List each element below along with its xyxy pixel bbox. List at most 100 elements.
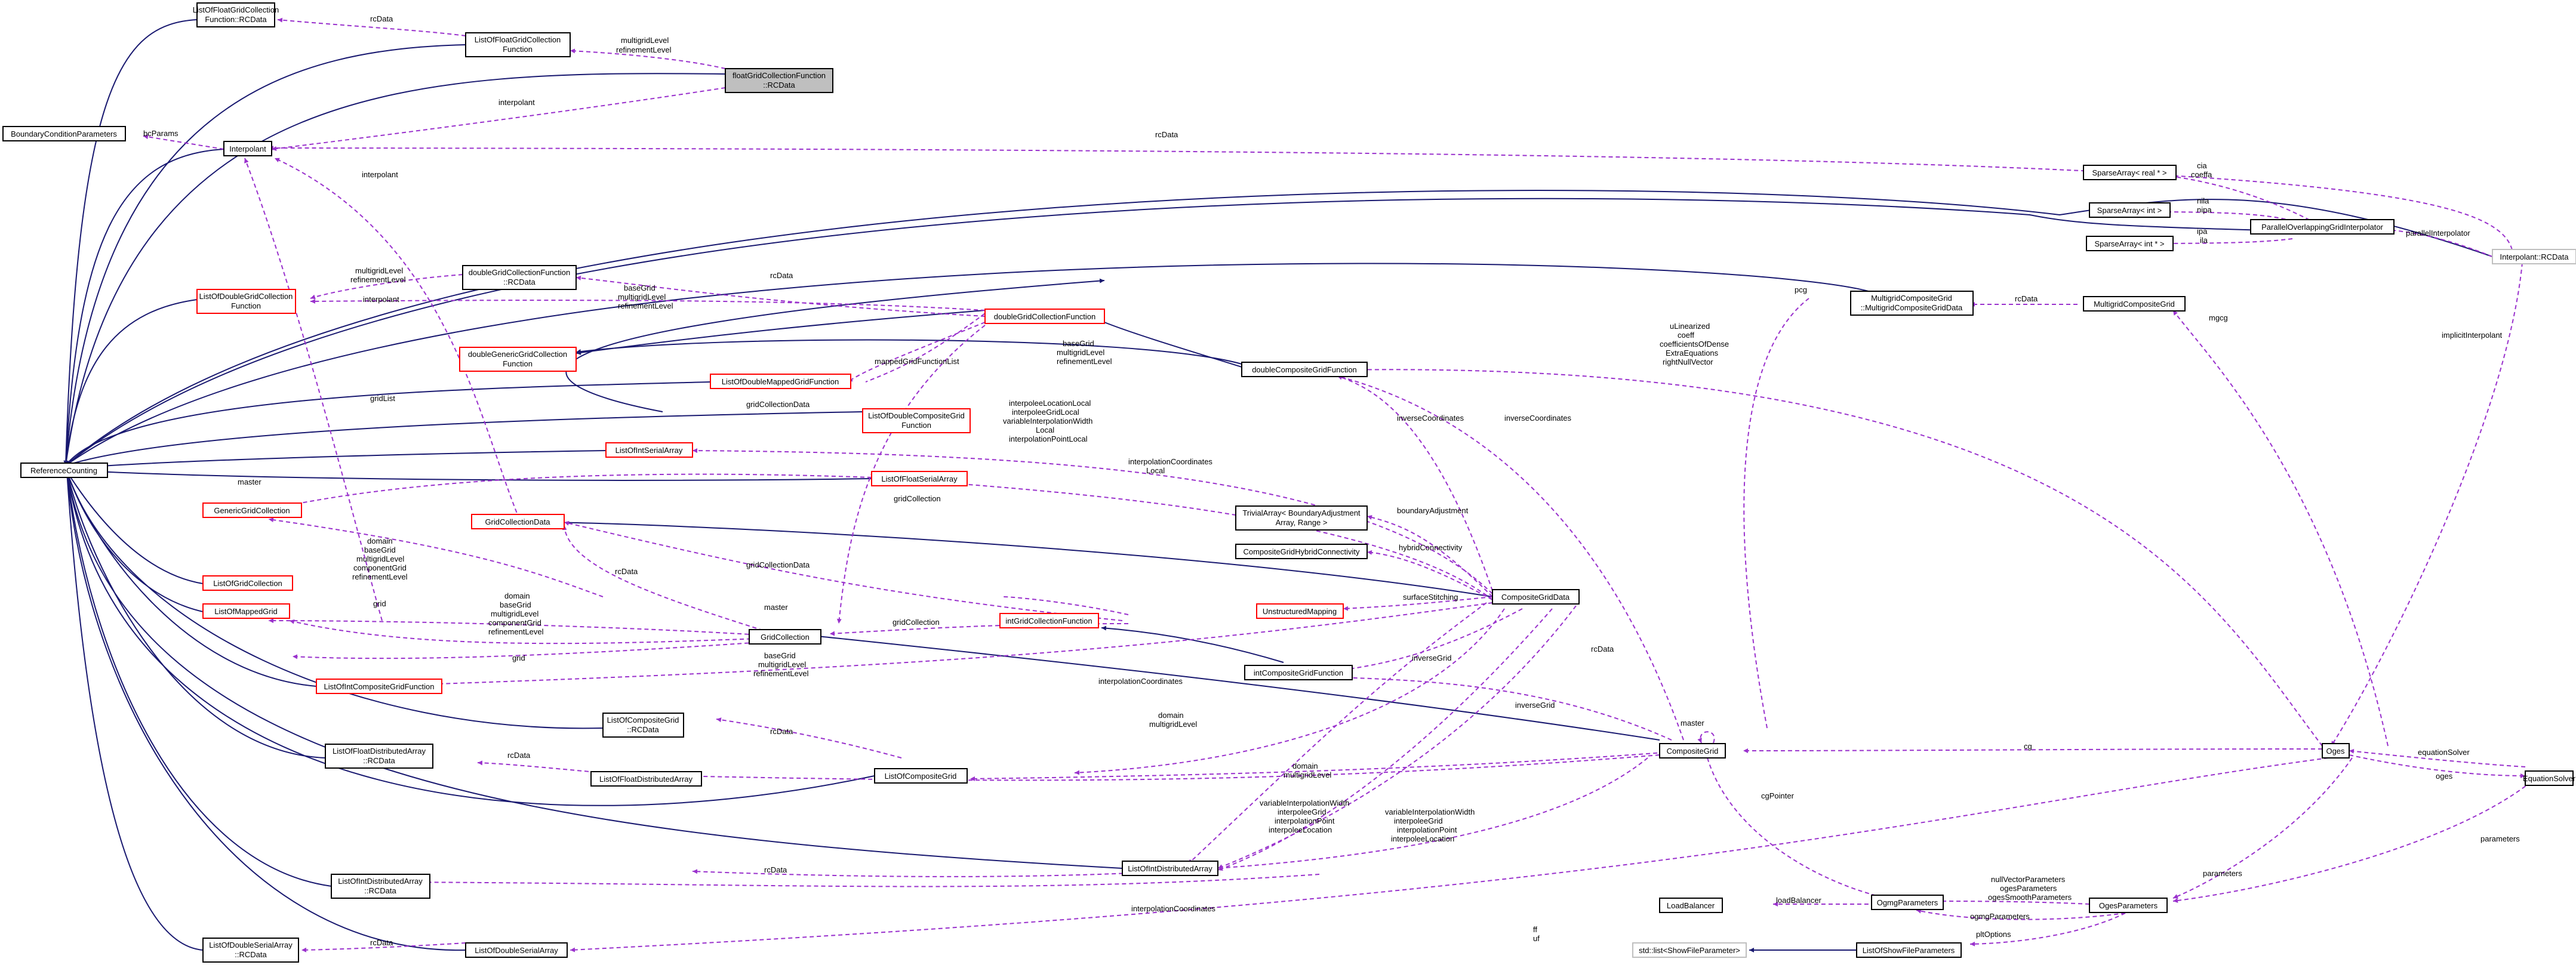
edge-label: inverseCoordinates bbox=[1397, 414, 1464, 423]
svg-text:ListOfFloatDistributedArray: ListOfFloatDistributedArray bbox=[599, 775, 693, 784]
edge-label: pltOptions bbox=[1976, 930, 2011, 939]
node-listofgridcollection[interactable]: ListOfGridCollection bbox=[202, 575, 293, 591]
svg-text:ListOfIntDistributedArray: ListOfIntDistributedArray bbox=[338, 877, 423, 886]
edge-label: interpolationPoint bbox=[1275, 816, 1335, 825]
node-interpolant[interactable]: Interpolant bbox=[223, 141, 272, 156]
edge-label: nila bbox=[2197, 196, 2209, 205]
node-listofintdistributedarray-rcdata[interactable]: ListOfIntDistributedArray::RCData bbox=[331, 874, 430, 899]
edge-label: interpolationPoint bbox=[1397, 825, 1457, 834]
edge-use bbox=[865, 313, 986, 383]
edge-label: cia bbox=[2197, 161, 2207, 170]
edge-label: gridCollectionData bbox=[746, 560, 810, 569]
node-gridcollectiondata[interactable]: GridCollectionData bbox=[471, 514, 565, 529]
edge-label: multigridLevel bbox=[758, 660, 806, 669]
node-trivialarray-boundaryadjustmentarray[interactable]: TrivialArray< BoundaryAdjustmentArray, R… bbox=[1235, 505, 1368, 531]
node-listoffloatdistributedarray-rcdata[interactable]: ListOfFloatDistributedArray::RCData bbox=[325, 744, 433, 769]
svg-text:OgmgParameters: OgmgParameters bbox=[1877, 898, 1938, 907]
node-sparsearray-int[interactable]: SparseArray< int > bbox=[2089, 202, 2171, 218]
node-listofdoublecompositegridfunction[interactable]: ListOfDoubleCompositeGridFunction bbox=[862, 408, 971, 433]
node-listofcompositegrid[interactable]: ListOfCompositeGrid bbox=[874, 768, 968, 784]
node-listofmappedgrid[interactable]: ListOfMappedGrid bbox=[202, 603, 290, 619]
node-listoffloatserialarray[interactable]: ListOfFloatSerialArray bbox=[871, 471, 968, 486]
node-compositegriddata[interactable]: CompositeGridData bbox=[1492, 589, 1580, 605]
usage-edges bbox=[143, 17, 2532, 952]
node-listoffloatgridcollectionfunction[interactable]: ListOfFloatGridCollectionFunction bbox=[465, 32, 571, 57]
edge-label: nipa bbox=[2197, 205, 2212, 214]
svg-text:ListOfFloatGridCollection: ListOfFloatGridCollection bbox=[193, 5, 279, 14]
edge-label: multigridLevel bbox=[1057, 348, 1104, 357]
edge-inh bbox=[63, 299, 198, 466]
node-referencecounting[interactable]: ReferenceCounting bbox=[20, 463, 108, 478]
edge-label: interpolant bbox=[363, 295, 399, 304]
edge-label: parameters bbox=[2480, 834, 2520, 843]
svg-text:EquationSolver: EquationSolver bbox=[2523, 774, 2576, 783]
edge-label: rcData bbox=[770, 727, 793, 736]
node-listofcompositegrid-rcdata[interactable]: ListOfCompositeGrid::RCData bbox=[602, 713, 684, 738]
node-boundaryconditionparameters[interactable]: BoundaryConditionParameters bbox=[2, 126, 126, 141]
edge-label: interpolationPointLocal bbox=[1009, 434, 1088, 443]
edge-use bbox=[1337, 375, 1684, 741]
edge-label: rcData bbox=[615, 567, 638, 576]
edge-label: Local bbox=[1146, 466, 1165, 475]
node-compositegridhybridconnectivity[interactable]: CompositeGridHybridConnectivity bbox=[1235, 544, 1368, 559]
edge-inh bbox=[63, 19, 198, 466]
edge-inh bbox=[65, 471, 1123, 869]
edge-label: gridCollectionData bbox=[746, 400, 810, 409]
node-doublegenericgridcollectionfunction[interactable]: doubleGenericGridCollectionFunction bbox=[459, 347, 577, 372]
edge-use bbox=[564, 520, 1123, 621]
svg-text:::RCData: ::RCData bbox=[235, 950, 267, 959]
svg-text:GridCollection: GridCollection bbox=[761, 633, 810, 642]
edge-label: gridCollection bbox=[892, 618, 940, 627]
node-listoffloatdistributedarray[interactable]: ListOfFloatDistributedArray bbox=[590, 771, 702, 787]
edge-inh bbox=[63, 44, 466, 466]
svg-text:floatGridCollectionFunction: floatGridCollectionFunction bbox=[733, 71, 826, 80]
node-paralleloverlappinggridinterpolator[interactable]: ParallelOverlappingGridInterpolator bbox=[2250, 219, 2395, 235]
node-gridcollection[interactable]: GridCollection bbox=[749, 629, 821, 645]
node-listofshowfileparameters[interactable]: ListOfShowFileParameters bbox=[1856, 942, 1962, 958]
node-ogmgparameters[interactable]: OgmgParameters bbox=[1871, 895, 1944, 910]
node-intgridcollectionfunction[interactable]: intGridCollectionFunction bbox=[999, 613, 1099, 628]
node-multigridcompositegrid[interactable]: MultigridCompositeGrid bbox=[2083, 296, 2186, 312]
node-equationsolver[interactable]: EquationSolver bbox=[2523, 770, 2576, 786]
svg-text:doubleCompositeGridFunction: doubleCompositeGridFunction bbox=[1252, 365, 1357, 374]
node-listofintserialarray[interactable]: ListOfIntSerialArray bbox=[605, 442, 693, 458]
node-listofdoubleserialarray-rcdata[interactable]: ListOfDoubleSerialArray::RCData bbox=[202, 938, 299, 963]
edge-inh bbox=[66, 467, 872, 481]
node-sparsearray-int-ptr[interactable]: SparseArray< int * > bbox=[2086, 236, 2174, 251]
edge-label: baseGrid bbox=[624, 283, 655, 292]
node-ogesparameters[interactable]: OgesParameters bbox=[2089, 898, 2168, 913]
edge-use bbox=[1002, 596, 1129, 615]
edge-label: variableInterpolationWidth bbox=[1003, 417, 1092, 426]
edge-label: parallelInterpolator bbox=[2406, 229, 2470, 238]
edge-label: multigridLevel bbox=[1149, 720, 1197, 729]
edge-label: mappedGridFunctionList bbox=[875, 357, 959, 366]
node-floatgridcollectionfunction-rcdata[interactable]: floatGridCollectionFunction::RCData bbox=[725, 68, 833, 93]
node-listofdoublegridcollectionfunction[interactable]: ListOfDoubleGridCollectionFunction bbox=[196, 289, 296, 314]
node-listoffloatgridcollectionfunction-rcdata[interactable]: ListOfFloatGridCollectionFunction::RCDat… bbox=[193, 2, 279, 27]
node-loadbalancer[interactable]: LoadBalancer bbox=[1659, 898, 1723, 913]
node-intcompositegridfunction[interactable]: intCompositeGridFunction bbox=[1244, 665, 1353, 680]
node-compositegrid[interactable]: CompositeGrid bbox=[1659, 743, 1726, 759]
node-unstructuredmapping[interactable]: UnstructuredMapping bbox=[1256, 603, 1344, 619]
edge-label: refinementLevel bbox=[1057, 357, 1112, 366]
node-listofdoublemappedgridfunction[interactable]: ListOfDoubleMappedGridFunction bbox=[710, 374, 851, 389]
node-sparsearray-real-ptr[interactable]: SparseArray< real * > bbox=[2083, 165, 2177, 180]
node-std-list-showfileparameter[interactable]: std::list<ShowFileParameter> bbox=[1632, 942, 1747, 958]
node-doublegridcollectionfunction-rcdata[interactable]: doubleGridCollectionFunction::RCData bbox=[462, 265, 577, 290]
node-oges[interactable]: Oges bbox=[2322, 743, 2350, 759]
node-interpolant-rcdata[interactable]: Interpolant::RCData bbox=[2492, 249, 2576, 264]
node-doublecompositegridfunction[interactable]: doubleCompositeGridFunction bbox=[1241, 362, 1368, 377]
node-listofintdistributedarray[interactable]: ListOfIntDistributedArray bbox=[1122, 861, 1218, 876]
svg-text:OgesParameters: OgesParameters bbox=[2099, 901, 2158, 910]
node-listofdoubleserialarray[interactable]: ListOfDoubleSerialArray bbox=[465, 942, 568, 958]
node-genericgridcollection[interactable]: GenericGridCollection bbox=[202, 502, 302, 518]
edge-label: multigridLevel bbox=[618, 292, 666, 301]
node-listofintcompositegridfunction[interactable]: ListOfIntCompositeGridFunction bbox=[316, 679, 442, 694]
node-multigridcompositegrid-rcdata[interactable]: MultigridCompositeGrid::MultigridComposi… bbox=[1850, 291, 1974, 316]
edge-label: rcData bbox=[770, 271, 793, 280]
edge-label: interpoleeLocationLocal bbox=[1009, 399, 1091, 408]
edge-label: domain bbox=[504, 591, 530, 600]
node-doublegridcollectionfunction[interactable]: doubleGridCollectionFunction bbox=[984, 309, 1105, 324]
edge-label: rcData bbox=[507, 751, 531, 760]
edge-label: refinementLevel bbox=[350, 275, 406, 284]
